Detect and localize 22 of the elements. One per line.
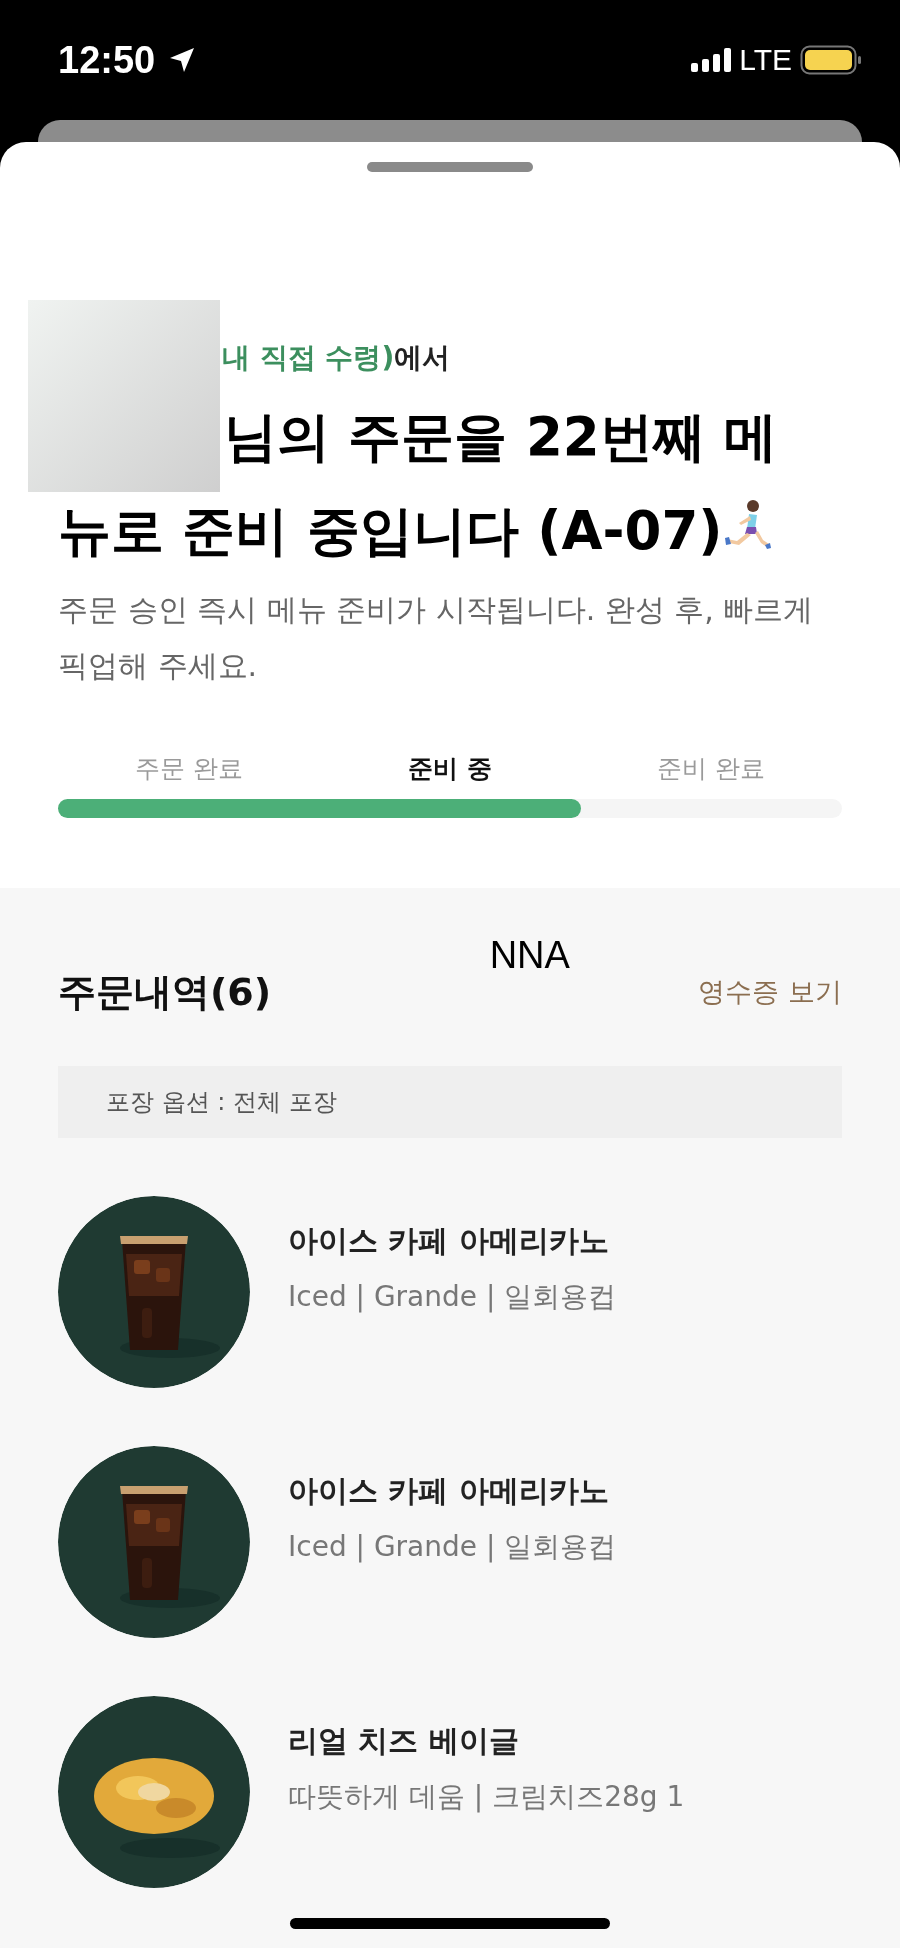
progress-step-label: 주문 완료 <box>133 753 244 785</box>
drag-handle[interactable] <box>367 162 533 172</box>
description-text: 주문 승인 즉시 메뉴 준비가 시작됩니다. 완성 후, 빠르게 픽업해 주세요. <box>58 591 815 685</box>
item-options: Iced | Grande | 일회용컵 <box>288 1527 617 1566</box>
store-name: 내 직접 수령) <box>222 341 395 374</box>
clock-time: 12:50 <box>58 38 156 82</box>
item-options: 따뜻하게 데움 | 크림치즈28g 1 <box>288 1777 685 1816</box>
item-options: Iced | Grande | 일회용컵 <box>288 1277 617 1316</box>
item-name: 아이스 카페 아메리카노 <box>288 1221 610 1260</box>
network-label: LTE <box>739 43 792 77</box>
signal-icon <box>691 48 732 72</box>
packing-option-text: 포장 옵션 : 전체 포장 <box>106 1087 337 1118</box>
item-name: 리얼 치즈 베이글 <box>288 1721 520 1760</box>
battery-icon <box>800 45 862 75</box>
progress-step-label: 준비 완료 <box>656 753 767 785</box>
pickup-suffix: 에서 <box>394 341 451 374</box>
home-indicator[interactable] <box>290 1918 610 1929</box>
progress-step-label: 준비 중 <box>407 753 493 785</box>
overlay-text: NNA <box>489 934 570 977</box>
receipt-link[interactable]: 영수증 보기 <box>698 974 842 1010</box>
order-list-title: 주문내역(6) <box>58 968 272 1016</box>
item-name: 아이스 카페 아메리카노 <box>288 1471 610 1510</box>
